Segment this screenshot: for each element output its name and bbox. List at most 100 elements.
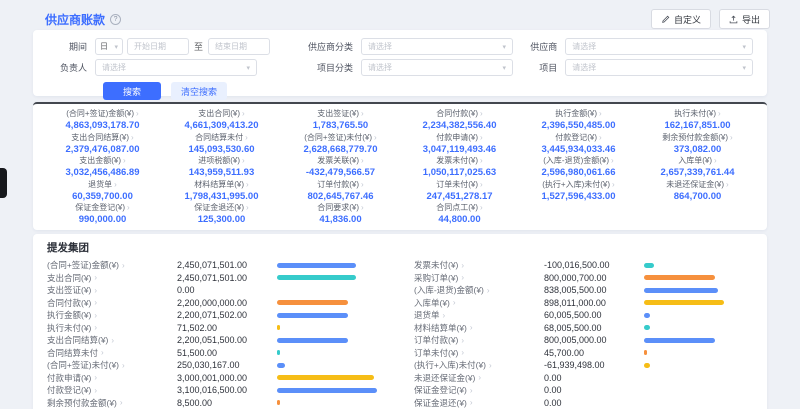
metric-label[interactable]: 未退还保证金(¥)› [666, 179, 728, 190]
metric-label[interactable]: 合同要求(¥)› [317, 202, 363, 213]
group-row-label[interactable]: 采购订单(¥)› [414, 272, 544, 284]
metric-label[interactable]: 合同付款(¥)› [436, 108, 482, 119]
period-type-select[interactable]: 日 ▾ [95, 38, 123, 55]
group-row-label[interactable]: 付款申请(¥)› [47, 372, 177, 384]
group-row-label[interactable]: 材料结算单(¥)› [414, 322, 544, 334]
metric-card[interactable]: 发票关联(¥)›-432,479,566.57 [281, 155, 400, 179]
project-select[interactable]: 请选择 ▾ [565, 59, 753, 76]
metric-label[interactable]: 支出签证(¥)› [317, 108, 363, 119]
metric-label[interactable]: 保证金登记(¥)› [75, 202, 129, 213]
metric-label[interactable]: 发票未付(¥)› [436, 155, 482, 166]
owner-select[interactable]: 请选择 ▾ [95, 59, 257, 76]
customize-button[interactable]: 自定义 [651, 9, 711, 29]
metric-label[interactable]: 合同结算未付› [195, 132, 248, 143]
group-row-label[interactable]: 订单未付(¥)› [414, 347, 544, 359]
sidebar-expand-handle[interactable] [0, 168, 7, 198]
metric-label[interactable]: 材料结算单(¥)› [194, 179, 248, 190]
metric-label[interactable]: 合同点工(¥)› [436, 202, 482, 213]
metric-label[interactable]: (合同+签证)金额(¥)› [66, 108, 138, 119]
metric-label[interactable]: 付款申请(¥)› [436, 132, 482, 143]
metric-card[interactable]: 订单未付(¥)›247,451,278.17 [400, 179, 519, 203]
metric-label[interactable]: 退货单› [88, 179, 117, 190]
metric-card[interactable]: 订单付款(¥)›802,645,767.46 [281, 179, 400, 203]
group-row-label[interactable]: 付款登记(¥)› [47, 384, 177, 396]
metric-label[interactable]: (执行+入库)未付(¥)› [542, 179, 614, 190]
metric-label[interactable]: 支出金额(¥)› [79, 155, 125, 166]
metric-card[interactable]: (合同+签证)金额(¥)›4,863,093,178.70 [43, 108, 162, 132]
group-row-label[interactable]: 执行未付(¥)› [47, 322, 177, 334]
group-row-label[interactable]: 支出签证(¥)› [47, 284, 177, 296]
metric-card[interactable]: 支出签证(¥)›1,783,765.50 [281, 108, 400, 132]
metric-label[interactable]: 执行未付(¥)› [674, 108, 720, 119]
group-row-label[interactable]: 合同结算未付› [47, 347, 177, 359]
metric-label[interactable]: (入库-退货)金额(¥)› [543, 155, 613, 166]
group-row-label[interactable]: (执行+入库)未付(¥)› [414, 359, 544, 371]
group-row-label[interactable]: 剩余预付款金额(¥)› [47, 397, 177, 409]
metric-card[interactable]: 未退还保证金(¥)›864,700.00 [638, 179, 757, 203]
metric-label[interactable]: 订单未付(¥)› [436, 179, 482, 190]
group-row-label[interactable]: 执行金额(¥)› [47, 309, 177, 321]
metric-card[interactable]: (执行+入库)未付(¥)›1,527,596,433.00 [519, 179, 638, 203]
start-date-input[interactable] [127, 38, 189, 55]
metric-label[interactable]: 付款登记(¥)› [555, 132, 601, 143]
metric-label[interactable]: 支出合同结算(¥)› [71, 132, 133, 143]
metric-card[interactable]: 发票未付(¥)›1,050,117,025.63 [400, 155, 519, 179]
metric-card[interactable]: 支出合同结算(¥)›2,379,476,087.00 [43, 132, 162, 156]
metric-label[interactable]: 保证金退还(¥)› [194, 202, 248, 213]
metric-card[interactable]: 合同点工(¥)›44,800.00 [400, 202, 519, 226]
metric-card[interactable]: 退货单›60,359,700.00 [43, 179, 162, 203]
project-category-field: 项目分类 请选择 ▾ [303, 59, 521, 76]
metric-card[interactable]: 付款登记(¥)›3,445,934,033.46 [519, 132, 638, 156]
chevron-right-icon: › [470, 398, 473, 407]
group-row-label[interactable]: 订单付款(¥)› [414, 334, 544, 346]
metric-label[interactable]: 入库单(¥)› [678, 155, 716, 166]
bar-track [644, 350, 753, 355]
metric-card[interactable]: 付款申请(¥)›3,047,119,493.46 [400, 132, 519, 156]
metric-card[interactable]: 材料结算单(¥)›1,798,431,995.00 [162, 179, 281, 203]
group-row-label[interactable]: 入库单(¥)› [414, 297, 544, 309]
metric-label[interactable]: 支出合同(¥)› [198, 108, 244, 119]
end-date-input[interactable] [208, 38, 270, 55]
metric-card[interactable]: 合同结算未付›145,093,530.60 [162, 132, 281, 156]
project-category-select[interactable]: 请选择 ▾ [361, 59, 513, 76]
group-row-label[interactable]: 合同付款(¥)› [47, 297, 177, 309]
metric-label[interactable]: (合同+签证)未付(¥)› [304, 132, 376, 143]
metric-label[interactable]: 订单付款(¥)› [317, 179, 363, 190]
chevron-right-icon: › [94, 373, 97, 382]
metric-card[interactable]: 入库单(¥)›2,657,339,761.44 [638, 155, 757, 179]
group-row-label[interactable]: (合同+签证)未付(¥)› [47, 359, 177, 371]
help-icon[interactable]: ? [110, 14, 121, 25]
group-row-label[interactable]: 支出合同结算(¥)› [47, 334, 177, 346]
search-button[interactable]: 搜索 [103, 82, 161, 100]
metric-card[interactable]: 执行未付(¥)›162,167,851.00 [638, 108, 757, 132]
metric-label[interactable]: 执行金额(¥)› [555, 108, 601, 119]
metric-card[interactable]: 合同付款(¥)›2,234,382,556.40 [400, 108, 519, 132]
group-row-label[interactable]: (合同+签证)金额(¥)› [47, 259, 177, 271]
metric-card[interactable]: 保证金退还(¥)›125,300.00 [162, 202, 281, 226]
metric-label[interactable]: 发票关联(¥)› [317, 155, 363, 166]
group-row-label[interactable]: 退货单› [414, 309, 544, 321]
metric-card[interactable]: 保证金登记(¥)›990,000.00 [43, 202, 162, 226]
value-bar [277, 375, 374, 380]
metric-card[interactable]: 支出合同(¥)›4,661,309,413.20 [162, 108, 281, 132]
group-row-label[interactable]: 保证金登记(¥)› [414, 384, 544, 396]
group-row-label[interactable]: 保证金退还(¥)› [414, 397, 544, 409]
metric-card[interactable]: (入库-退货)金额(¥)›2,596,980,061.66 [519, 155, 638, 179]
chevron-right-icon: › [94, 273, 97, 282]
metric-card[interactable]: 合同要求(¥)›41,836.00 [281, 202, 400, 226]
metric-label[interactable]: 剩余预付款金额(¥)› [662, 132, 732, 143]
export-button[interactable]: 导出 [719, 9, 770, 29]
metric-card[interactable]: 进项税额(¥)›143,959,511.93 [162, 155, 281, 179]
metric-card[interactable]: (合同+签证)未付(¥)›2,628,668,779.70 [281, 132, 400, 156]
metric-card[interactable]: 支出金额(¥)›3,032,456,486.89 [43, 155, 162, 179]
metric-card[interactable]: 剩余预付款金额(¥)›373,082.00 [638, 132, 757, 156]
group-row-label[interactable]: (入库-退货)金额(¥)› [414, 284, 544, 296]
group-row-label[interactable]: 未退还保证金(¥)› [414, 372, 544, 384]
metric-card[interactable]: 执行金额(¥)›2,396,550,485.00 [519, 108, 638, 132]
supplier-select[interactable]: 请选择 ▾ [565, 38, 753, 55]
group-row-label[interactable]: 发票未付(¥)› [414, 259, 544, 271]
group-row-label[interactable]: 支出合同(¥)› [47, 272, 177, 284]
clear-search-button[interactable]: 清空搜索 [171, 82, 227, 100]
supplier-category-select[interactable]: 请选择 ▾ [361, 38, 513, 55]
metric-label[interactable]: 进项税额(¥)› [198, 155, 244, 166]
